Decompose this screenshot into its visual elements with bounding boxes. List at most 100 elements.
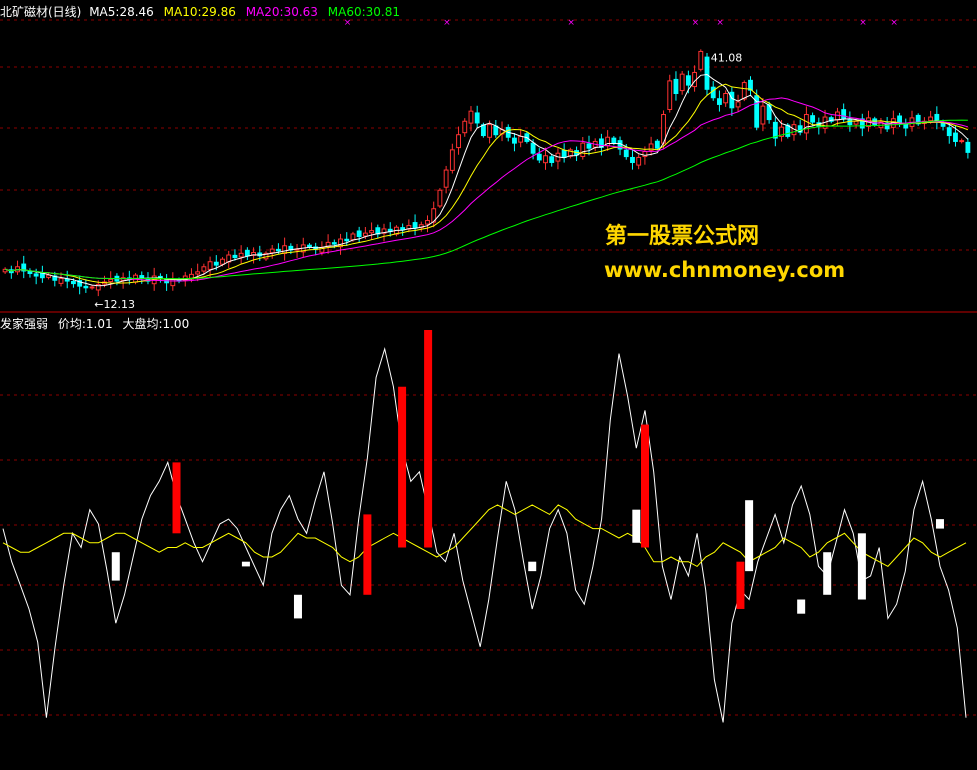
signal-marker-5: × (859, 18, 867, 28)
kline-chart[interactable]: 41.08←12.13× × × × × × × (0, 0, 977, 770)
candle-body-110 (685, 75, 691, 86)
candle-body-124 (772, 121, 778, 139)
indicator-bar-13 (823, 552, 832, 595)
candle-body-73 (456, 134, 461, 149)
candle-body-22 (139, 275, 145, 279)
candle-body-27 (170, 278, 176, 287)
signal-marker-3: × (692, 18, 700, 28)
candle-body-136 (847, 119, 853, 126)
high-price-label: 41.08 (711, 51, 743, 64)
candle-body-5 (33, 273, 39, 277)
candle-body-49 (307, 244, 312, 248)
candle-body-119 (741, 82, 747, 100)
candle-body-153 (953, 132, 958, 142)
candle-body-58 (362, 232, 368, 237)
ma20-label: MA20:30.63 (245, 5, 318, 19)
low-price-label: ←12.13 (94, 298, 135, 311)
candle-body-122 (760, 105, 766, 125)
indicator-bar-4 (363, 514, 372, 595)
candle-body-149 (928, 116, 934, 122)
candle-body-70 (437, 189, 443, 207)
candle-body-44 (275, 248, 281, 252)
candle-body-93 (580, 142, 586, 158)
chart-window: 41.08 ←12.13 × × × × × × × 北矿磁材(日线) MA5:28.46 MA… (0, 0, 977, 770)
candle-body-154 (959, 140, 965, 143)
candle-body-134 (835, 111, 840, 121)
ma5-label: MA5:28.46 (89, 5, 154, 19)
candle-body-37 (232, 254, 238, 259)
candle-body-130 (810, 115, 816, 123)
indicator-bar-12 (797, 599, 806, 614)
candle-body-72 (449, 149, 455, 171)
indicator-bar-15 (935, 519, 944, 529)
candle-body-32 (201, 266, 207, 272)
candle-body-75 (468, 110, 474, 124)
candle-body-135 (841, 109, 847, 120)
candle-body-86 (536, 153, 542, 161)
candle-body-82 (512, 137, 517, 144)
candle-body-105 (654, 140, 660, 149)
candle-body-137 (853, 120, 859, 125)
candle-body-79 (493, 125, 499, 136)
ma60-label: MA60:30.81 (327, 5, 400, 19)
candle-body-94 (586, 143, 592, 149)
candle-body-115 (717, 98, 722, 105)
candle-body-117 (729, 91, 735, 109)
watermark-url: www.chnmoney.com (604, 258, 846, 282)
indicator-bar-6 (424, 330, 433, 548)
candle-body-116 (723, 93, 729, 104)
candle-body-114 (710, 86, 716, 99)
candle-body-45 (282, 245, 288, 254)
candle-body-100 (623, 149, 629, 158)
watermark-title: 第一股票公式网 (605, 224, 760, 249)
candle-body-11 (71, 280, 76, 285)
candle-body-78 (487, 124, 493, 138)
candle-body-39 (244, 249, 250, 257)
signal-marker-2: × (567, 18, 575, 28)
ma5-line (4, 73, 969, 287)
candle-body-113 (704, 56, 710, 90)
candle-body-53 (331, 242, 337, 245)
candle-body-55 (344, 238, 350, 242)
candle-body-35 (220, 258, 225, 265)
candle-body-152 (946, 127, 952, 137)
candle-body-107 (667, 80, 673, 110)
candle-body-71 (443, 169, 449, 188)
candle-body-17 (108, 278, 114, 283)
candle-body-57 (356, 230, 362, 238)
candle-body-14 (89, 286, 95, 289)
signal-marker-4: × (716, 18, 724, 28)
candle-body-34 (213, 261, 219, 266)
candle-body-98 (611, 137, 617, 144)
candle-body-118 (735, 101, 741, 108)
indicator-bar-8 (632, 509, 641, 543)
candle-body-90 (561, 149, 567, 158)
candle-body-155 (965, 141, 971, 153)
candle-body-77 (480, 124, 486, 137)
candle-body-43 (269, 248, 275, 254)
indicator-bar-3 (293, 594, 302, 619)
candle-body-112 (698, 50, 704, 70)
candle-body-66 (412, 222, 418, 229)
candle-body-83 (518, 135, 524, 143)
candle-body-109 (679, 73, 685, 92)
price-avg-line (2, 346, 967, 723)
candle-body-108 (673, 78, 679, 94)
indicator-bar-7 (528, 561, 537, 572)
candle-body-13 (83, 285, 89, 289)
candle-body-68 (425, 220, 430, 225)
signal-marker-6: × (890, 18, 898, 28)
candle-body-76 (474, 112, 480, 124)
candle-body-85 (530, 142, 536, 154)
market-avg-line (2, 504, 967, 568)
candle-body-88 (549, 156, 555, 163)
indicator-bar-10 (736, 561, 745, 609)
candle-body-31 (195, 271, 201, 275)
signal-marker-1: × (443, 18, 451, 28)
candle-body-144 (897, 115, 902, 124)
candle-body-87 (543, 155, 548, 164)
ma60-line (4, 119, 968, 280)
candle-body-102 (636, 156, 642, 166)
candle-body-9 (58, 278, 64, 284)
indicator-bar-2 (241, 561, 250, 567)
